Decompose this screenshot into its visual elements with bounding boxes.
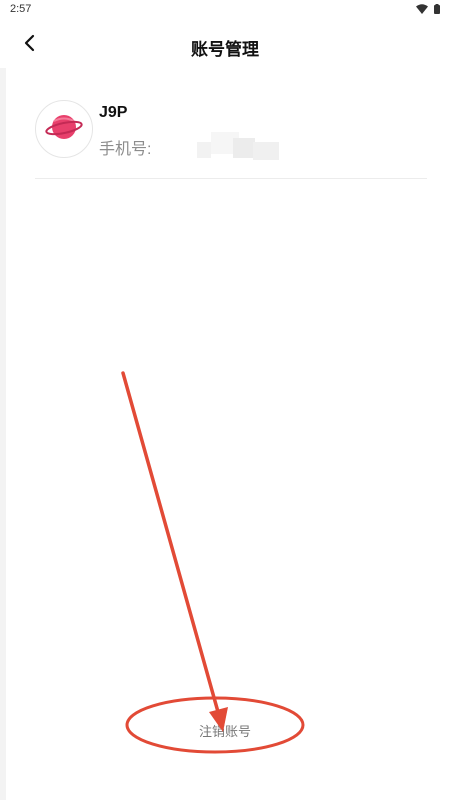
status-bar: 2:57 xyxy=(0,0,450,22)
left-edge-strip xyxy=(0,68,6,800)
battery-icon xyxy=(434,4,440,14)
annotation-arrow xyxy=(121,371,222,721)
status-icons xyxy=(416,4,440,14)
account-profile: J9P 手机号: xyxy=(35,100,427,179)
status-time: 2:57 xyxy=(10,3,32,15)
username: J9P xyxy=(99,104,128,121)
avatar xyxy=(35,100,93,158)
planet-icon xyxy=(44,107,84,152)
phone-number-redacted xyxy=(197,128,279,162)
phone-label: 手机号: xyxy=(99,141,152,158)
page-title: 账号管理 xyxy=(191,40,259,59)
header: 账号管理 xyxy=(0,22,450,68)
wifi-icon xyxy=(416,4,428,14)
deregister-account-link[interactable]: 注销账号 xyxy=(0,721,450,740)
